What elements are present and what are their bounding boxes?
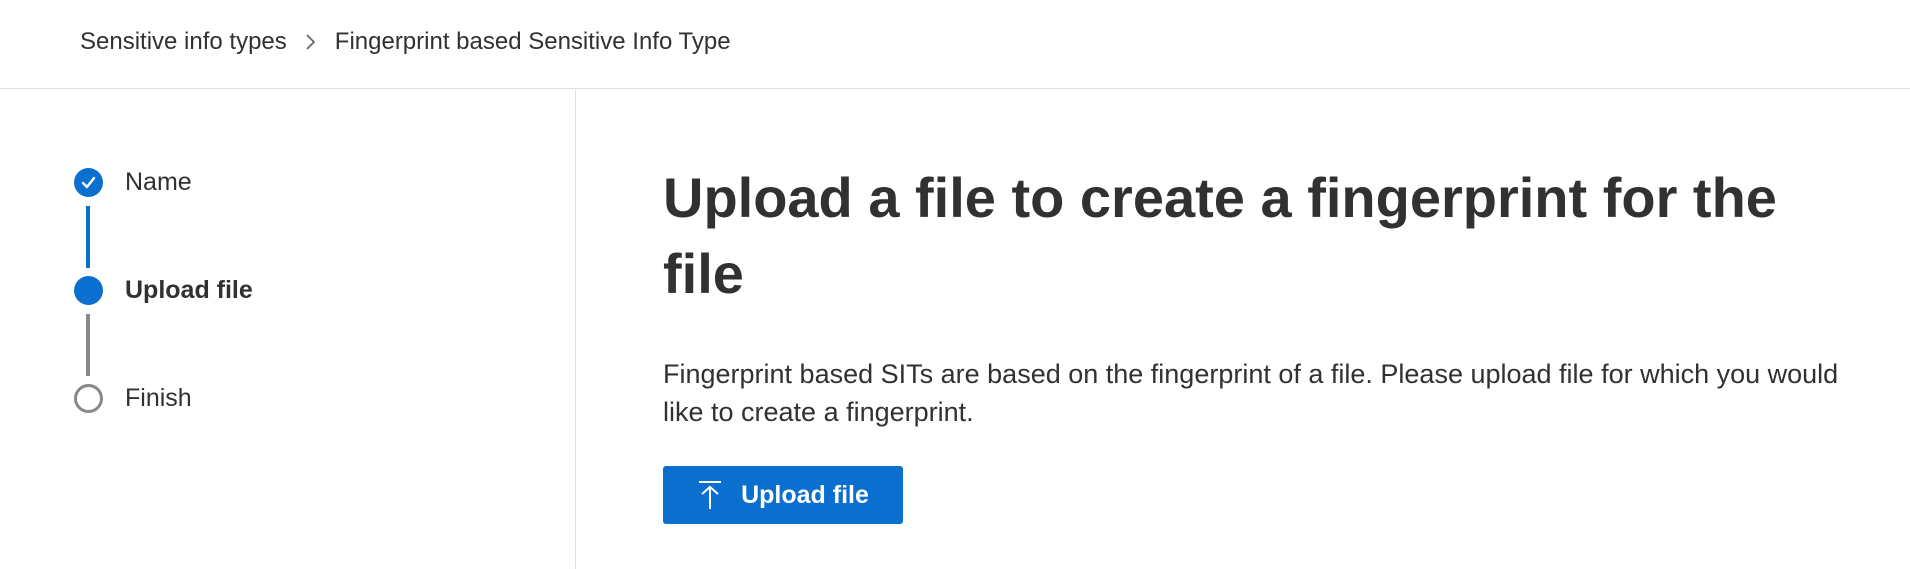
current-step-icon (74, 276, 103, 305)
breadcrumb-item-current: Fingerprint based Sensitive Info Type (334, 28, 731, 55)
upload-file-button[interactable]: Upload file (663, 466, 903, 524)
upload-icon (697, 479, 723, 511)
step-upload-file[interactable]: Upload file (74, 276, 253, 305)
upload-button-label: Upload file (741, 480, 869, 509)
step-connector (86, 314, 90, 376)
step-label: Upload file (125, 276, 253, 304)
breadcrumb: Sensitive info types Fingerprint based S… (0, 0, 1910, 89)
page-title: Upload a file to create a fingerprint fo… (663, 166, 1777, 305)
step-name[interactable]: Name (74, 168, 192, 197)
step-connector (86, 206, 90, 268)
step-label: Name (125, 168, 192, 196)
breadcrumb-item-sensitive-info-types[interactable]: Sensitive info types (80, 28, 287, 56)
chevron-right-icon (287, 30, 335, 54)
step-label: Finish (125, 384, 192, 412)
wizard-steps: Name Upload file Finish (0, 90, 576, 569)
checkmark-icon (74, 168, 103, 197)
step-finish[interactable]: Finish (74, 384, 192, 413)
pending-step-icon (74, 384, 103, 413)
main-content: Upload a file to create a fingerprint fo… (663, 160, 1863, 524)
page-description: Fingerprint based SITs are based on the … (663, 359, 1839, 427)
